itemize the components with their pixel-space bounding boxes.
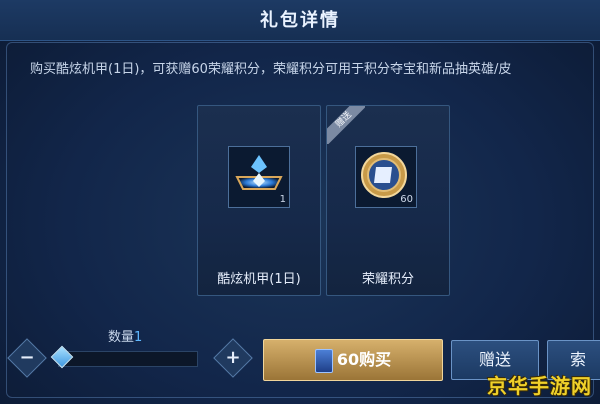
item-quantity: 1 [279, 194, 286, 205]
item-name: 荣耀积分 [361, 272, 414, 287]
quantity-slider[interactable] [58, 351, 198, 367]
quantity-value: 1 [134, 330, 143, 345]
minus-icon: − [19, 347, 35, 368]
dialog-title: 礼包详情 [260, 10, 340, 31]
item-card-honor-points[interactable]: 赠送 60 荣耀积分 [326, 105, 450, 296]
gift-pack-dialog: 礼包详情 购买酷炫机甲(1日)，可获赠60荣耀积分，荣耀积分可用于积分夺宝和新品… [0, 0, 600, 404]
quantity-label: 数量1 [108, 330, 143, 345]
site-watermark: 京华手游网 [487, 374, 592, 398]
honor-points-icon: 60 [355, 146, 417, 208]
item-quantity: 60 [400, 194, 413, 205]
coupon-icon [314, 348, 333, 373]
item-card-mech[interactable]: 1 酷炫机甲(1日) [197, 105, 321, 296]
plus-icon: + [225, 347, 241, 368]
gift-tag: 赠送 [327, 106, 365, 144]
pack-description: 购买酷炫机甲(1日)，可获赠60荣耀积分，荣耀积分可用于积分夺宝和新品抽英雄/皮 [30, 62, 512, 77]
mech-icon: 1 [228, 146, 290, 208]
buy-button[interactable]: 60购买 [263, 339, 443, 381]
item-name: 酷炫机甲(1日) [217, 272, 301, 287]
title-bar: 礼包详情 [0, 0, 600, 41]
